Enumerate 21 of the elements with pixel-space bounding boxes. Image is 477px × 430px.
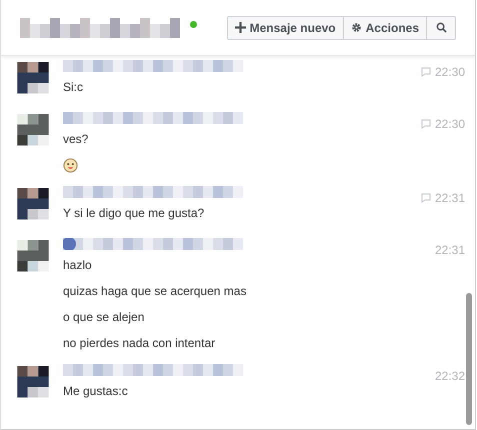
message-time: 22:30 — [434, 65, 465, 79]
message-text: ves? — [63, 132, 88, 146]
search-icon — [436, 22, 446, 33]
message-time: 22:32 — [434, 369, 465, 383]
message-text: quizas haga que se acerquen mas — [63, 284, 246, 298]
message-time: 22:31 — [434, 243, 465, 257]
smiley-icon — [63, 158, 78, 172]
gear-icon — [350, 22, 362, 33]
new-message-button[interactable]: Mensaje nuevo — [226, 16, 344, 40]
plus-icon — [234, 22, 246, 33]
message-text: Si:c — [63, 80, 84, 94]
message-text: no pierdes nada con intentar — [63, 336, 216, 350]
message-text: hazlo — [63, 258, 92, 272]
message-time: 22:30 — [434, 117, 465, 131]
message-text: o que se alejen — [63, 310, 144, 324]
message-text: Y si le digo que me gusta? — [63, 206, 204, 220]
message-time: 22:31 — [434, 191, 465, 205]
message-text: Me gustas:c — [63, 384, 128, 398]
scrollbar[interactable] — [466, 293, 472, 425]
actions-button[interactable]: Acciones — [342, 16, 427, 40]
search-button[interactable] — [426, 16, 456, 40]
